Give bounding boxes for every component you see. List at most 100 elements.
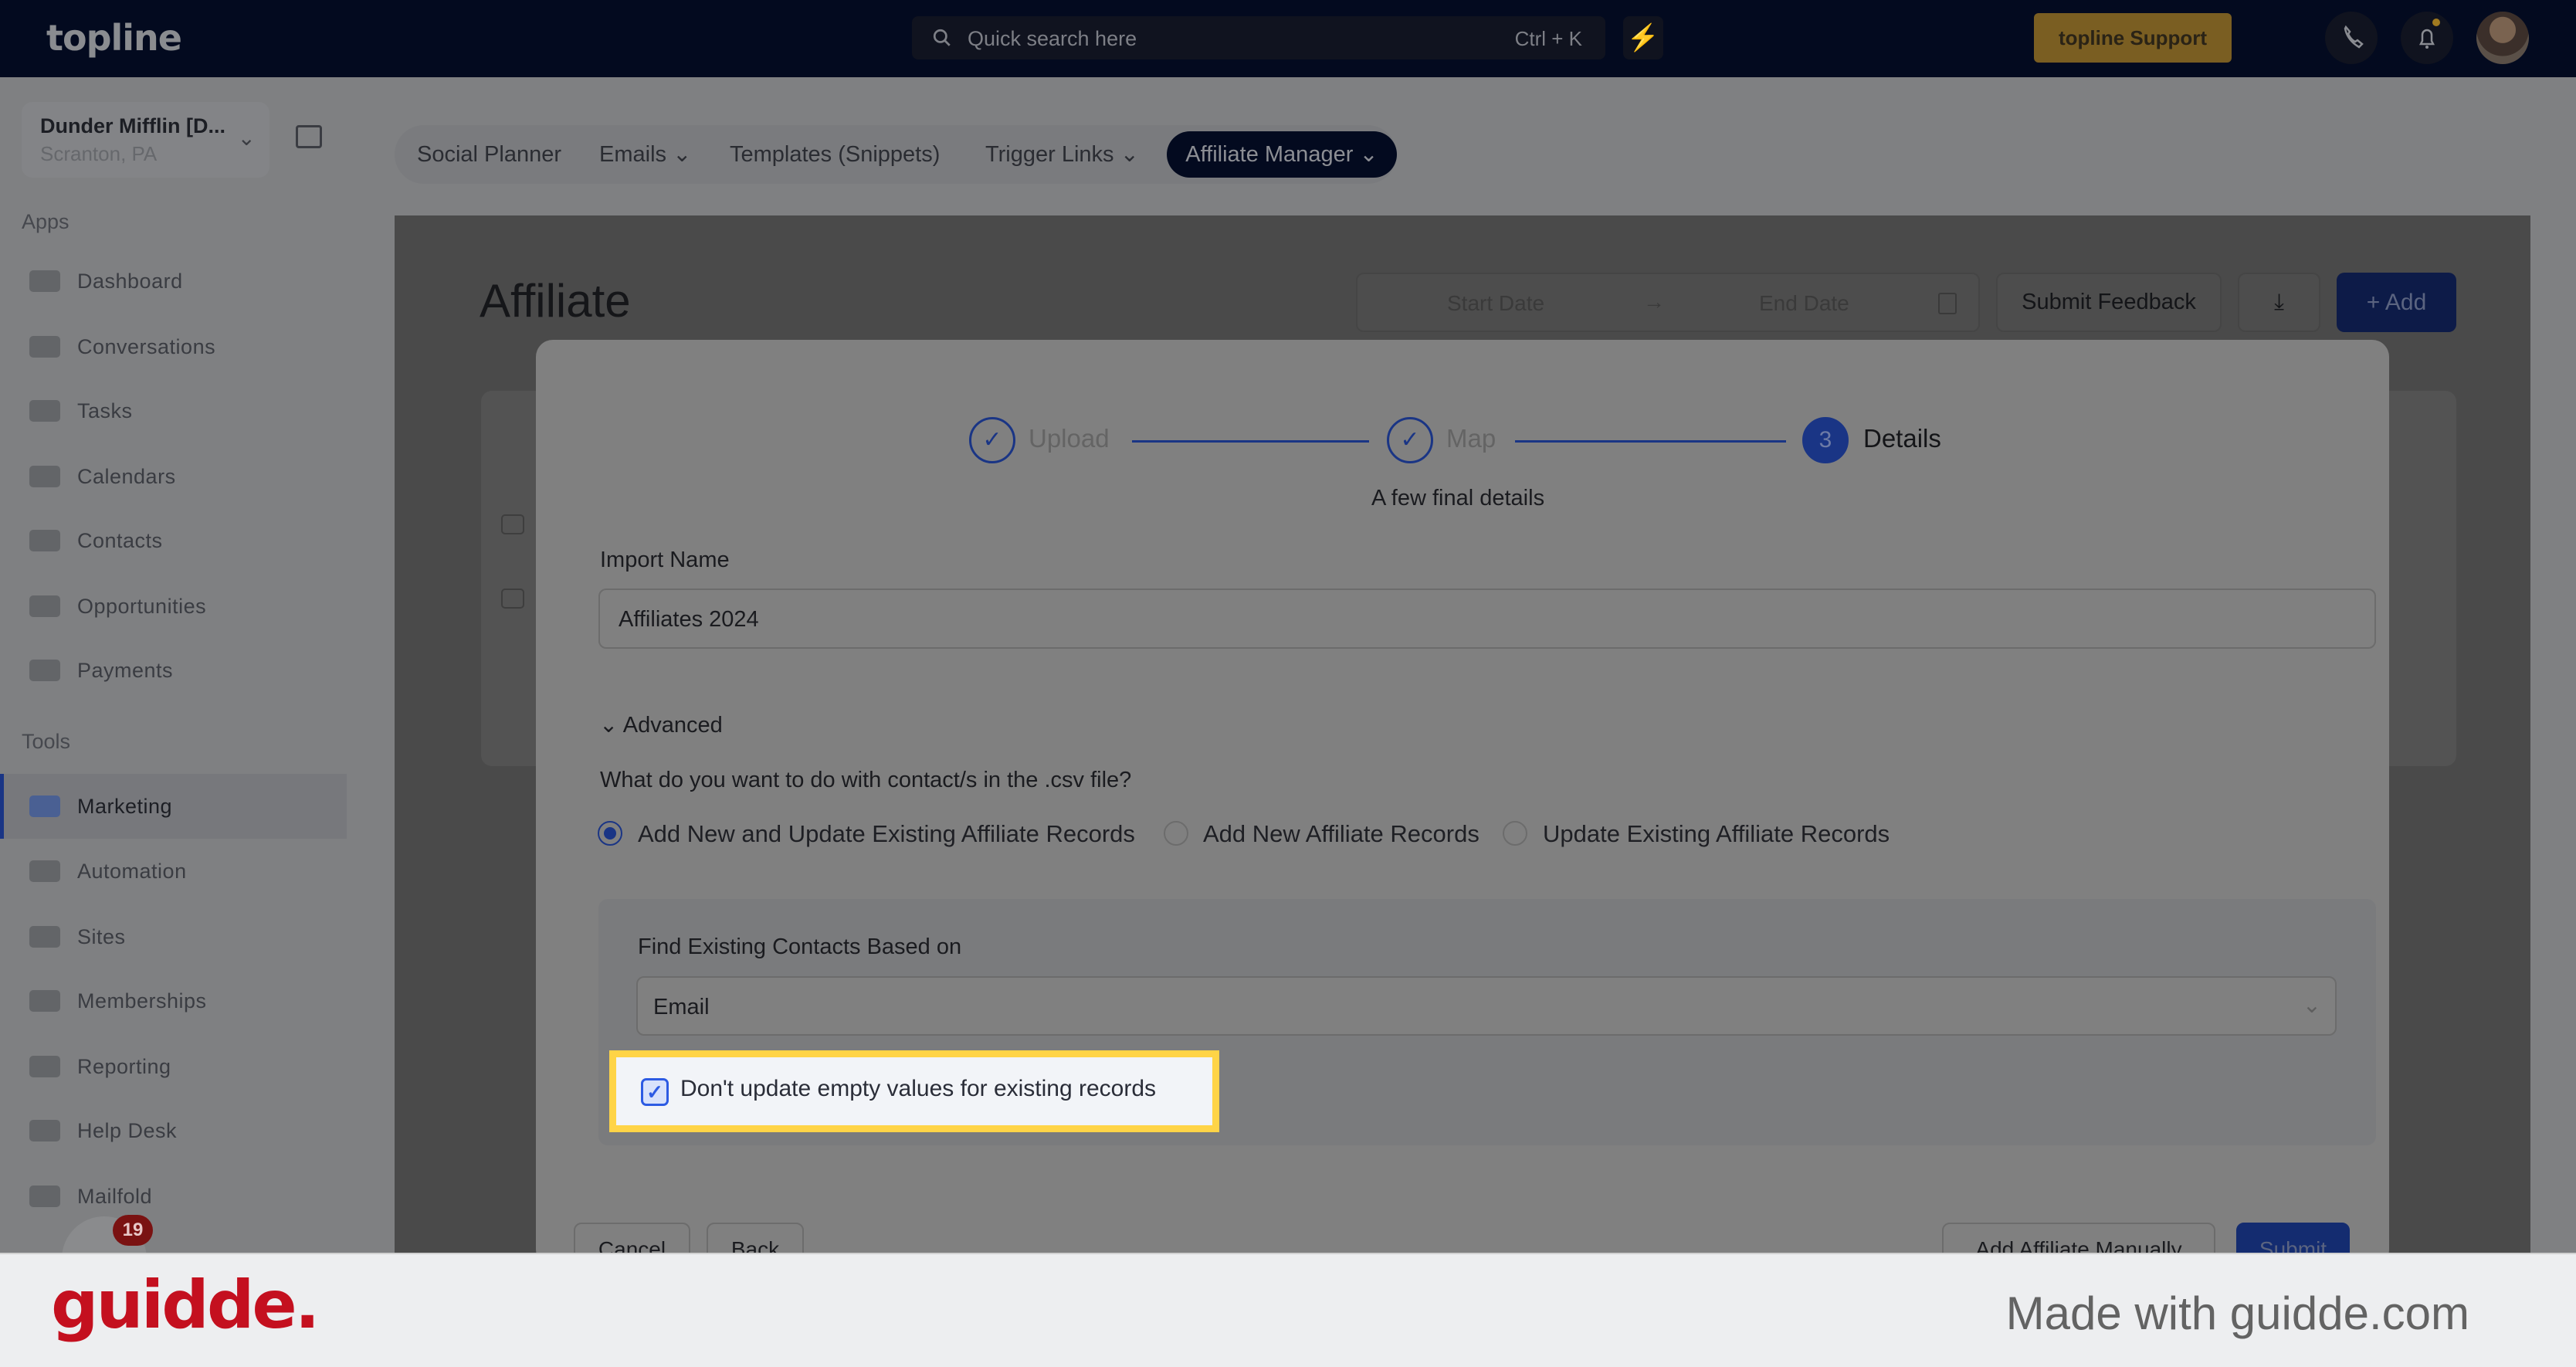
checkbox-label: Don't update empty values for existing r… [680, 1076, 1157, 1101]
tab-emails[interactable]: Emails ⌄ [599, 125, 691, 184]
user-avatar[interactable] [2476, 12, 2529, 64]
add-button[interactable]: + Add [2337, 273, 2456, 332]
tasks-icon [29, 400, 60, 422]
step-upload-label: Upload [1029, 424, 1110, 453]
gears-icon [29, 860, 60, 882]
step-map-check-icon: ✓ [1387, 417, 1433, 463]
sidebar-item-calendars[interactable]: Calendars [0, 444, 347, 509]
notification-badge: 19 [113, 1215, 153, 1246]
made-with-guidde: Made with guidde.com [2005, 1287, 2469, 1339]
tab-templates[interactable]: Templates (Snippets) [730, 125, 940, 184]
sidebar-item-label: Automation [77, 859, 187, 883]
sidebar-item-reporting[interactable]: Reporting [0, 1034, 347, 1099]
sidebar-item-label: Memberships [77, 989, 207, 1013]
row-checkbox[interactable] [501, 589, 524, 609]
radio-label: Update Existing Affiliate Records [1543, 820, 1890, 847]
step-details-label: Details [1863, 424, 1941, 453]
sidebar-item-marketing[interactable]: Marketing [0, 774, 347, 839]
tab-affiliate-manager[interactable]: Affiliate Manager ⌄ [1167, 131, 1397, 178]
sidebar-item-conversations[interactable]: Conversations [0, 314, 347, 379]
step-upload-check-icon: ✓ [969, 417, 1015, 463]
import-name-label: Import Name [600, 548, 730, 572]
dashboard-icon [29, 270, 60, 292]
import-name-input[interactable]: Affiliates 2024 [598, 589, 2376, 649]
mail-icon [29, 1186, 60, 1207]
pie-chart-icon [29, 1056, 60, 1077]
search-placeholder: Quick search here [968, 27, 1137, 50]
chevron-down-icon: ⌄ [2302, 993, 2321, 1018]
radio-update-existing[interactable] [1503, 821, 1527, 846]
sidebar-item-label: Opportunities [77, 594, 207, 618]
chat-icon [29, 336, 60, 358]
sidebar-item-automation[interactable]: Automation [0, 839, 347, 904]
tab-label: Emails [599, 142, 667, 167]
end-date-input[interactable]: End Date [1759, 291, 1849, 316]
bell-icon [2418, 19, 2440, 49]
tab-label: Trigger Links [985, 142, 1114, 167]
sidebar-item-tasks[interactable]: Tasks [0, 378, 347, 443]
lightning-icon[interactable]: ⚡ [1623, 16, 1663, 59]
checkbox-checked-icon[interactable]: ✓ [641, 1078, 669, 1106]
tab-social-planner[interactable]: Social Planner [417, 125, 561, 184]
support-button[interactable]: topline Support [2034, 13, 2232, 63]
sidebar-collapse-icon[interactable] [296, 125, 322, 148]
start-date-input[interactable]: Start Date [1447, 291, 1544, 316]
location-address: Scranton, PA [40, 142, 158, 165]
calendar-icon [29, 466, 60, 487]
target-icon [29, 595, 60, 617]
search-icon [933, 29, 951, 46]
sidebar-item-memberships[interactable]: Memberships [0, 968, 347, 1033]
radio-add-and-update[interactable] [598, 821, 622, 846]
chevron-down-icon: ⌄ [673, 142, 692, 167]
location-name: Dunder Mifflin [D... [40, 114, 225, 137]
step-map-label: Map [1446, 424, 1496, 453]
advanced-label: Advanced [622, 713, 723, 738]
sidebar-item-label: Calendars [77, 464, 176, 488]
import-question: What do you want to do with contact/s in… [600, 768, 1132, 792]
sidebar-item-label: Tasks [77, 399, 133, 422]
sidebar-item-label: Marketing [77, 794, 173, 818]
sidebar-item-contacts[interactable]: Contacts [0, 508, 347, 573]
help-icon [29, 1120, 60, 1141]
sidebar-item-label: Contacts [77, 528, 163, 552]
chevron-down-icon: ⌄ [237, 126, 256, 150]
date-range-picker[interactable]: Start Date → End Date [1356, 273, 1980, 332]
chevron-down-icon: ⌄ [1120, 142, 1139, 167]
chevron-down-icon: ⌄ [599, 713, 619, 738]
row-checkbox[interactable] [501, 514, 524, 534]
sidebar-item-label: Conversations [77, 334, 216, 358]
topline-logo[interactable]: topline [46, 17, 182, 59]
download-button[interactable]: ⤓ [2238, 273, 2320, 332]
location-switcher[interactable]: Dunder Mifflin [D... Scranton, PA ⌄ [22, 102, 269, 178]
quick-search[interactable]: Quick search here Ctrl + K [912, 16, 1605, 59]
radio-label: Add New Affiliate Records [1203, 820, 1480, 847]
step-connector [1515, 440, 1786, 443]
search-shortcut: Ctrl + K [1514, 27, 1582, 50]
notifications-button[interactable] [2401, 12, 2453, 64]
sidebar-item-dashboard[interactable]: Dashboard [0, 249, 347, 314]
sidebar-item-label: Sites [77, 924, 126, 948]
sidebar-item-help-desk[interactable]: Help Desk [0, 1098, 347, 1163]
submit-feedback-button[interactable]: Submit Feedback [1996, 273, 2222, 332]
highlighted-checkbox-option[interactable]: ✓ Don't update empty values for existing… [609, 1050, 1219, 1132]
megaphone-icon [29, 795, 60, 817]
find-contacts-select[interactable]: Email ⌄ [636, 976, 2337, 1036]
advanced-toggle[interactable]: ⌄ Advanced [599, 711, 723, 738]
radio-add-new[interactable] [1164, 821, 1188, 846]
modal-subtitle: A few final details [1371, 486, 1545, 511]
sidebar-item-payments[interactable]: Payments [0, 638, 347, 703]
sidebar-item-mailfold[interactable]: Mailfold [0, 1164, 347, 1229]
chevron-down-icon: ⌄ [1359, 142, 1378, 167]
sidebar-item-label: Mailfold [77, 1184, 153, 1208]
arrow-right-icon: → [1643, 290, 1665, 314]
page-title: Affiliate [480, 275, 631, 327]
sidebar-item-sites[interactable]: Sites [0, 904, 347, 969]
import-name-value: Affiliates 2024 [619, 607, 759, 632]
sidebar-item-opportunities[interactable]: Opportunities [0, 574, 347, 639]
find-contacts-label: Find Existing Contacts Based on [638, 935, 962, 959]
phone-icon [2344, 25, 2364, 49]
phone-button[interactable] [2325, 12, 2378, 64]
person-icon [29, 530, 60, 551]
tab-label: Affiliate Manager [1185, 142, 1354, 167]
tab-trigger-links[interactable]: Trigger Links ⌄ [985, 125, 1139, 184]
